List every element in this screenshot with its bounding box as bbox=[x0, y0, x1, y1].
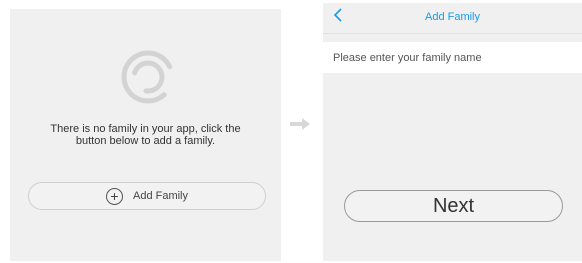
arrow-right-icon bbox=[290, 118, 310, 130]
add-family-button[interactable]: + Add Family bbox=[28, 182, 266, 210]
family-name-input[interactable] bbox=[323, 42, 582, 73]
empty-family-screen: There is no family in your app, click th… bbox=[10, 9, 281, 261]
app-logo-icon bbox=[121, 50, 175, 104]
empty-state-message: There is no family in your app, click th… bbox=[50, 123, 241, 147]
add-family-screen: Add Family Next bbox=[323, 3, 582, 261]
page-title: Add Family bbox=[424, 11, 481, 23]
add-family-label: Add Family bbox=[132, 190, 189, 202]
next-button[interactable]: Next bbox=[344, 190, 563, 222]
nav-bar: Add Family bbox=[323, 3, 582, 34]
plus-circle-icon: + bbox=[105, 187, 123, 205]
